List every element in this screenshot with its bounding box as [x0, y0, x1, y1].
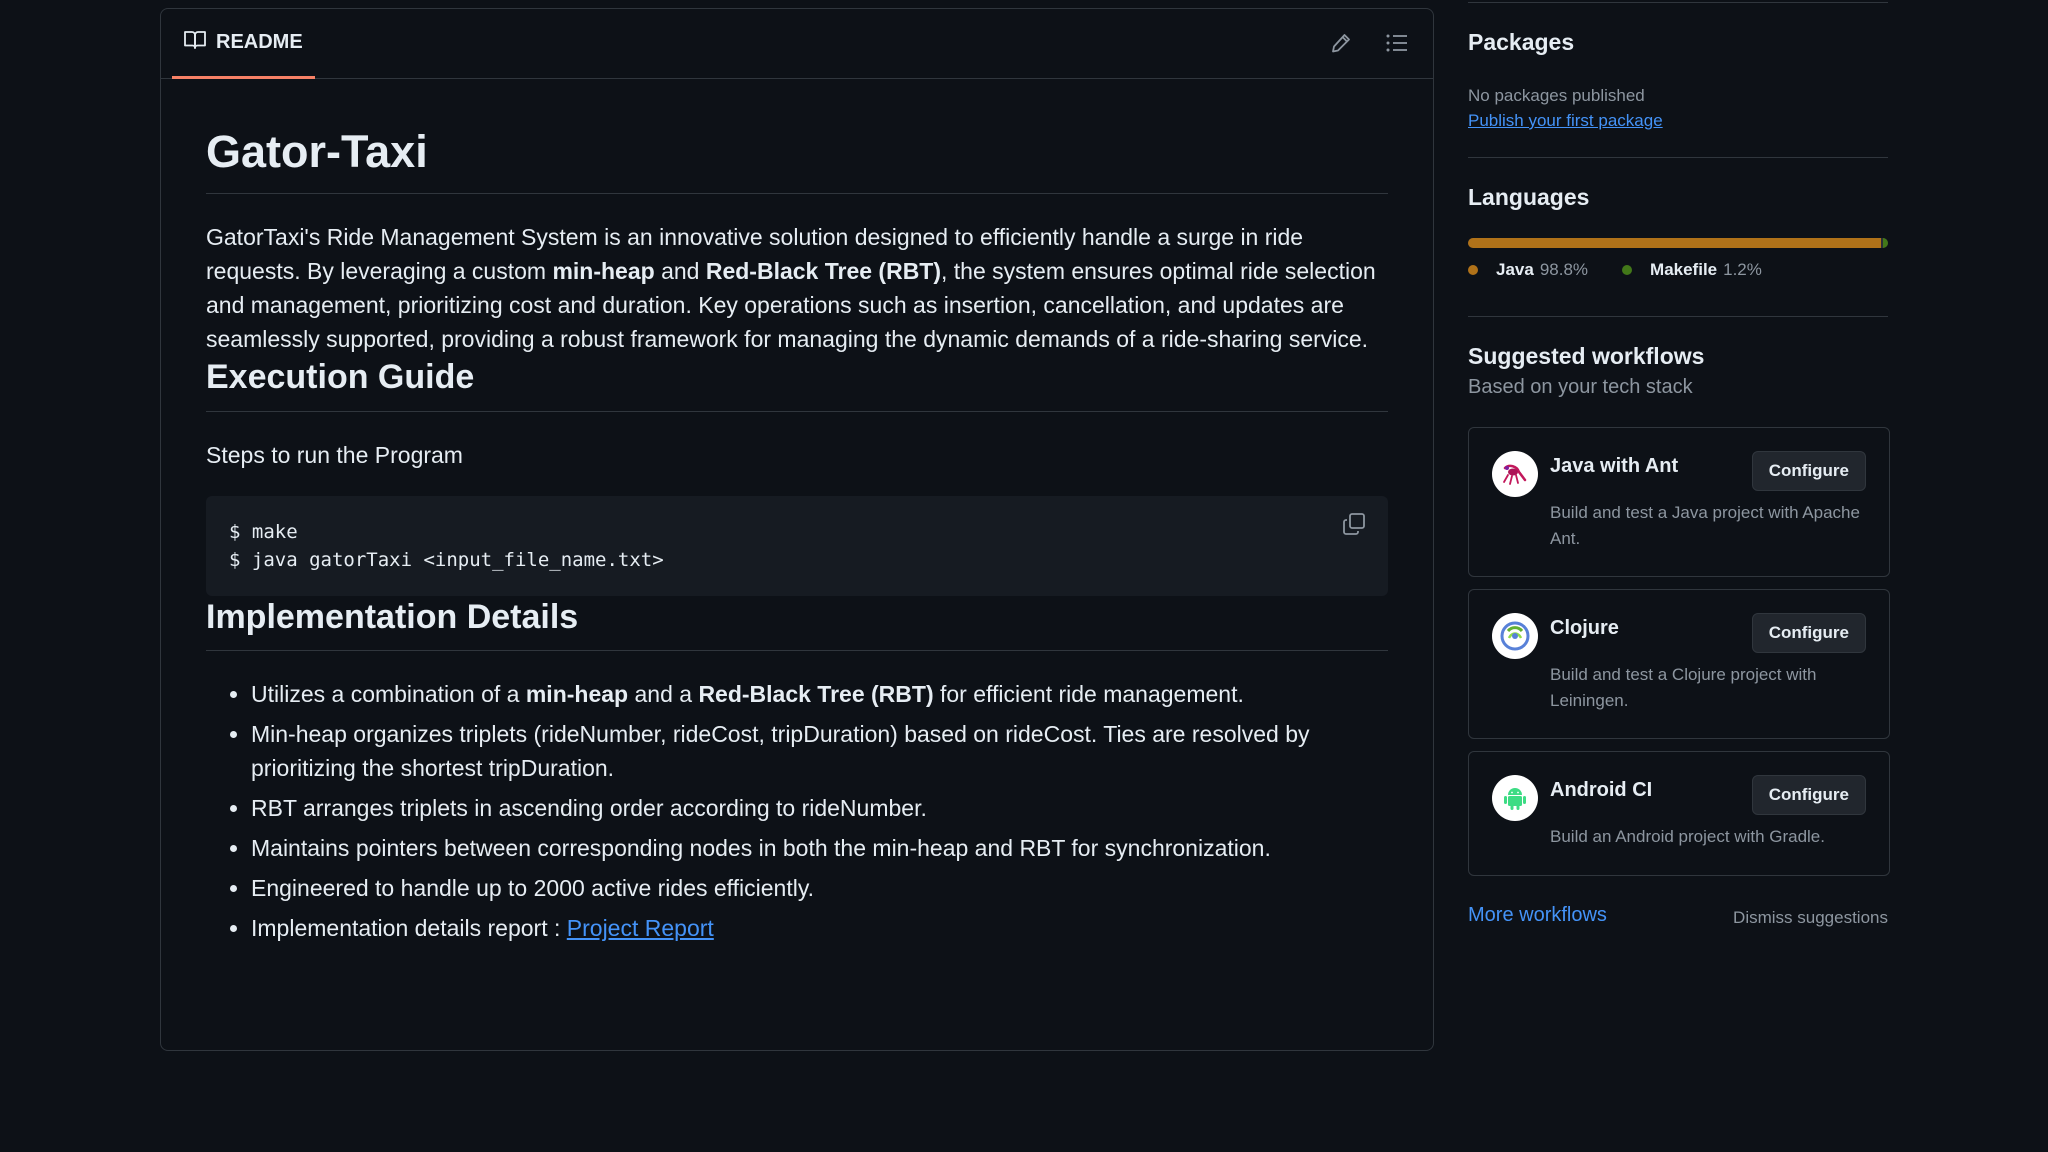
language-item-java[interactable]: Java 98.8%: [1468, 260, 1588, 280]
divider: [1468, 2, 1888, 3]
language-percent: 98.8%: [1539, 260, 1589, 279]
language-dot-icon: [1468, 265, 1478, 275]
language-legend: Java 98.8% Makefile 1.2%: [1468, 260, 1888, 280]
bullet-text: and a: [628, 681, 699, 707]
readme-card: README Gator-Taxi GatorTaxi's Ride Manag…: [160, 8, 1434, 1051]
intro-paragraph: GatorTaxi's Ride Management System is an…: [206, 220, 1388, 356]
clojure-icon: [1492, 613, 1538, 659]
language-bar-segment-makefile: [1882, 238, 1888, 248]
language-name: Java: [1496, 260, 1534, 279]
workflow-title: Clojure: [1550, 617, 1619, 639]
list-item: Engineered to handle up to 2000 active r…: [251, 871, 1388, 905]
workflow-description: Build and test a Clojure project with Le…: [1550, 665, 1817, 710]
list-item: RBT arranges triplets in ascending order…: [251, 791, 1388, 825]
readme-header: README: [161, 9, 1433, 79]
publish-package-link[interactable]: Publish your first package: [1468, 111, 1663, 131]
language-name: Makefile: [1650, 260, 1718, 279]
workflow-description: Build and test a Java project with Apach…: [1550, 503, 1860, 548]
code-block[interactable]: $ make $ java gatorTaxi <input_file_name…: [206, 495, 1388, 596]
language-item-makefile[interactable]: Makefile 1.2%: [1622, 260, 1762, 280]
intro-bold-minheap: min-heap: [552, 258, 655, 284]
workflows-subheading: Based on your tech stack: [1468, 376, 1693, 398]
steps-text: Steps to run the Program: [206, 441, 463, 468]
workflows-footer: More workflows Dismiss suggestions: [1468, 904, 1888, 934]
android-icon: [1492, 775, 1538, 821]
ant-icon: [1492, 451, 1538, 497]
list-unordered-icon: [1385, 32, 1409, 59]
more-workflows-link[interactable]: More workflows: [1468, 904, 1607, 927]
bullet-text: for efficient ride management.: [933, 681, 1244, 707]
divider: [1468, 316, 1888, 317]
list-item: Min-heap organizes triplets (rideNumber,…: [251, 717, 1388, 785]
intro-bold-rbt: Red-Black Tree (RBT): [705, 258, 942, 284]
readme-tab[interactable]: README: [172, 9, 315, 79]
project-report-link[interactable]: Project Report: [567, 915, 714, 941]
workflow-card-java-ant: Java with Ant Build and test a Java proj…: [1468, 427, 1890, 577]
book-icon: [184, 30, 206, 55]
list-item: Maintains pointers between corresponding…: [251, 831, 1388, 865]
configure-button[interactable]: Configure: [1751, 451, 1866, 491]
language-dot-icon: [1622, 265, 1633, 275]
readme-title: Gator-Taxi: [206, 79, 1388, 194]
code-line-make: $ make: [229, 520, 298, 543]
list-item: Utilizes a combination of a min-heap and…: [251, 677, 1388, 711]
workflow-description: Build an Android project with Gradle.: [1550, 827, 1825, 846]
suggested-workflows-heading: Suggested workflows: [1468, 343, 1705, 369]
bullet-text: Implementation details report :: [251, 915, 567, 941]
implementation-list: Utilizes a combination of a min-heap and…: [206, 677, 1388, 945]
language-percent: 1.2%: [1723, 260, 1762, 279]
copy-icon: [1342, 512, 1366, 544]
implementation-details-heading: Implementation Details: [206, 596, 1388, 651]
workflow-title: Java with Ant: [1550, 455, 1679, 477]
readme-body: Gator-Taxi GatorTaxi's Ride Management S…: [161, 79, 1433, 945]
bullet-bold-minheap: min-heap: [525, 681, 629, 707]
no-packages-text: No packages published: [1468, 86, 1645, 105]
execution-guide-heading: Execution Guide: [206, 356, 1388, 412]
bullet-bold-rbt: Red-Black Tree (RBT): [698, 681, 934, 707]
dismiss-suggestions-button[interactable]: Dismiss suggestions: [1733, 908, 1888, 928]
workflow-card-clojure: Clojure Build and test a Clojure project…: [1468, 589, 1890, 739]
packages-heading: Packages: [1468, 29, 1575, 55]
configure-button[interactable]: Configure: [1751, 775, 1866, 815]
configure-button[interactable]: Configure: [1751, 613, 1866, 653]
language-bar-segment-java: [1468, 238, 1881, 248]
workflow-title: Android CI: [1550, 779, 1653, 801]
edit-button[interactable]: [1327, 31, 1355, 59]
divider: [1468, 157, 1888, 158]
intro-text-2: and: [654, 258, 706, 284]
list-item: Implementation details report : Project …: [251, 911, 1388, 945]
copy-button[interactable]: [1340, 512, 1368, 544]
code-line-run: $ java gatorTaxi <input_file_name.txt>: [229, 548, 664, 571]
workflow-card-android-ci: Android CI Build an Android project with…: [1468, 751, 1890, 876]
language-bar: [1468, 238, 1888, 248]
languages-heading: Languages: [1468, 184, 1590, 210]
pencil-icon: [1330, 32, 1352, 59]
outline-button[interactable]: [1383, 31, 1411, 59]
readme-tab-label: README: [216, 31, 303, 53]
bullet-text: Utilizes a combination of a: [251, 681, 526, 707]
